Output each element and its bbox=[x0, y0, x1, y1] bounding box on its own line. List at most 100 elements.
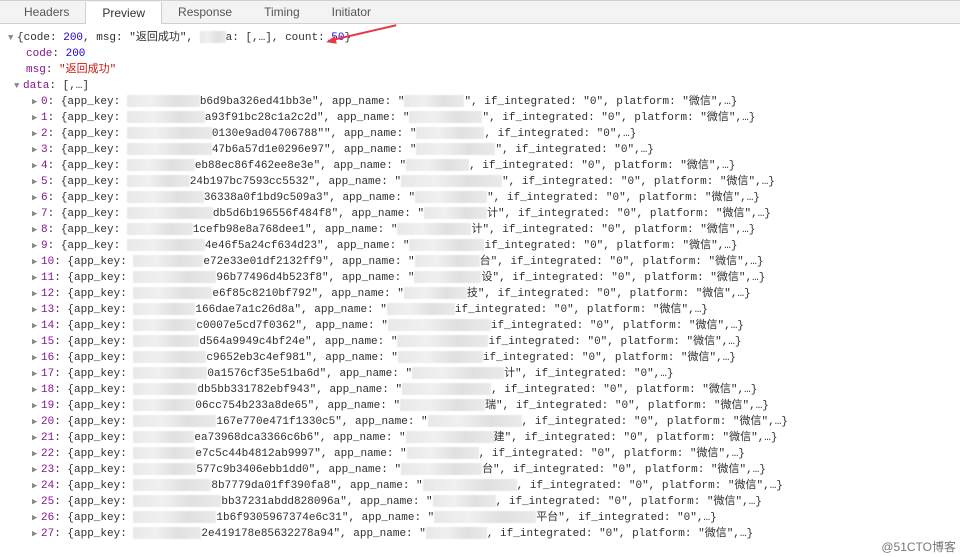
redacted bbox=[424, 207, 487, 219]
redacted bbox=[133, 255, 203, 267]
redacted bbox=[127, 239, 205, 251]
caret-right-icon[interactable]: ▶ bbox=[32, 366, 40, 382]
array-item[interactable]: ▶5: {app_key: 24b197bc7593cc5532", app_n… bbox=[4, 174, 960, 190]
redacted bbox=[400, 399, 485, 411]
caret-right-icon[interactable]: ▶ bbox=[32, 158, 40, 174]
array-item[interactable]: ▶27: {app_key: 2e419178e85632278a94", ap… bbox=[4, 526, 960, 542]
caret-right-icon[interactable]: ▶ bbox=[32, 222, 40, 238]
redacted bbox=[127, 127, 212, 139]
redacted bbox=[133, 367, 207, 379]
data-row[interactable]: ▼data: [,…] bbox=[4, 78, 960, 94]
array-item[interactable]: ▶16: {app_key: c9652eb3c4ef981", app_nam… bbox=[4, 350, 960, 366]
array-item[interactable]: ▶24: {app_key: 8b7779da01ff390fa8", app_… bbox=[4, 478, 960, 494]
array-item[interactable]: ▶9: {app_key: 4e46f5a24cf634d23", app_na… bbox=[4, 238, 960, 254]
redacted bbox=[133, 351, 206, 363]
array-item[interactable]: ▶10: {app_key: e72e33e01df2132ff9", app_… bbox=[4, 254, 960, 270]
caret-down-icon[interactable]: ▼ bbox=[8, 30, 16, 46]
caret-right-icon[interactable]: ▶ bbox=[32, 398, 40, 414]
redacted bbox=[416, 143, 495, 155]
array-item[interactable]: ▶22: {app_key: e7c5c44b4812ab9997", app_… bbox=[4, 446, 960, 462]
tab-response[interactable]: Response bbox=[162, 1, 248, 23]
caret-right-icon[interactable]: ▶ bbox=[32, 302, 40, 318]
array-item[interactable]: ▶4: {app_key: eb88ec86f462ee8e3e", app_n… bbox=[4, 158, 960, 174]
redacted bbox=[133, 303, 195, 315]
caret-right-icon[interactable]: ▶ bbox=[32, 270, 40, 286]
caret-right-icon[interactable]: ▶ bbox=[32, 94, 40, 110]
redacted bbox=[401, 175, 502, 187]
redacted bbox=[398, 351, 483, 363]
caret-right-icon[interactable]: ▶ bbox=[32, 414, 40, 430]
caret-right-icon[interactable]: ▶ bbox=[32, 494, 40, 510]
redacted bbox=[133, 271, 216, 283]
redacted bbox=[127, 143, 212, 155]
array-item[interactable]: ▶25: {app_key: bb37231abdd828096a", app_… bbox=[4, 494, 960, 510]
redacted bbox=[401, 463, 482, 475]
redacted bbox=[127, 159, 195, 171]
redacted bbox=[402, 383, 491, 395]
redacted bbox=[433, 495, 496, 507]
redacted bbox=[416, 127, 484, 139]
redacted bbox=[428, 415, 522, 427]
caret-right-icon[interactable]: ▶ bbox=[32, 238, 40, 254]
array-item[interactable]: ▶14: {app_key: c0007e5cd7f0362", app_nam… bbox=[4, 318, 960, 334]
redacted bbox=[415, 191, 487, 203]
redacted bbox=[133, 319, 196, 331]
array-item[interactable]: ▶19: {app_key: 06cc754b233a8de65", app_n… bbox=[4, 398, 960, 414]
array-item[interactable]: ▶7: {app_key: db5d6b196556f484f8", app_n… bbox=[4, 206, 960, 222]
tab-headers[interactable]: Headers bbox=[8, 1, 85, 23]
array-item[interactable]: ▶12: {app_key: e6f85c8210bf792", app_nam… bbox=[4, 286, 960, 302]
redacted bbox=[133, 431, 194, 443]
redacted bbox=[133, 415, 216, 427]
caret-right-icon[interactable]: ▶ bbox=[32, 254, 40, 270]
array-item[interactable]: ▶23: {app_key: 577c9b3406ebb1dd0", app_n… bbox=[4, 462, 960, 478]
caret-right-icon[interactable]: ▶ bbox=[32, 126, 40, 142]
array-item[interactable]: ▶26: {app_key: 1b6f9305967374e6c31", app… bbox=[4, 510, 960, 526]
caret-right-icon[interactable]: ▶ bbox=[32, 286, 40, 302]
caret-right-icon[interactable]: ▶ bbox=[32, 174, 40, 190]
redacted bbox=[133, 287, 212, 299]
array-item[interactable]: ▶11: {app_key: 96b77496d4b523f8", app_na… bbox=[4, 270, 960, 286]
caret-right-icon[interactable]: ▶ bbox=[32, 350, 40, 366]
array-item[interactable]: ▶20: {app_key: 167e770e471f1330c5", app_… bbox=[4, 414, 960, 430]
caret-right-icon[interactable]: ▶ bbox=[32, 478, 40, 494]
caret-right-icon[interactable]: ▶ bbox=[32, 382, 40, 398]
redacted bbox=[133, 399, 195, 411]
array-item[interactable]: ▶3: {app_key: 47b6a57d1e0296e97", app_na… bbox=[4, 142, 960, 158]
array-item[interactable]: ▶18: {app_key: db5bb331782ebf943", app_n… bbox=[4, 382, 960, 398]
caret-right-icon[interactable]: ▶ bbox=[32, 430, 40, 446]
devtools-tabs: HeadersPreviewResponseTimingInitiator bbox=[0, 0, 960, 24]
tab-preview[interactable]: Preview bbox=[85, 2, 162, 24]
caret-right-icon[interactable]: ▶ bbox=[32, 526, 40, 542]
caret-right-icon[interactable]: ▶ bbox=[32, 510, 40, 526]
caret-right-icon[interactable]: ▶ bbox=[32, 206, 40, 222]
summary-row[interactable]: ▼{code: 200, msg: "返回成功", a: [,…], count… bbox=[4, 30, 960, 46]
caret-right-icon[interactable]: ▶ bbox=[32, 190, 40, 206]
array-item[interactable]: ▶2: {app_key: 0130e9ad04706788"", app_na… bbox=[4, 126, 960, 142]
caret-down-icon[interactable]: ▼ bbox=[14, 78, 22, 94]
redacted bbox=[133, 495, 221, 507]
array-item[interactable]: ▶21: {app_key: ea73968dca3366c6b6", app_… bbox=[4, 430, 960, 446]
array-item[interactable]: ▶6: {app_key: 36338a0f1bd9c509a3", app_n… bbox=[4, 190, 960, 206]
array-item[interactable]: ▶8: {app_key: 1cefb98e8a768dee1", app_na… bbox=[4, 222, 960, 238]
array-item[interactable]: ▶15: {app_key: d564a9949c4bf24e", app_na… bbox=[4, 334, 960, 350]
tab-initiator[interactable]: Initiator bbox=[316, 1, 387, 23]
redacted bbox=[387, 303, 455, 315]
redacted bbox=[133, 463, 196, 475]
caret-right-icon[interactable]: ▶ bbox=[32, 446, 40, 462]
array-item[interactable]: ▶1: {app_key: a93f91bc28c1a2c2d", app_na… bbox=[4, 110, 960, 126]
array-item[interactable]: ▶13: {app_key: 166dae7a1c26d8a", app_nam… bbox=[4, 302, 960, 318]
watermark: @51CTO博客 bbox=[881, 538, 956, 555]
caret-right-icon[interactable]: ▶ bbox=[32, 462, 40, 478]
array-item[interactable]: ▶17: {app_key: 0a1576cf35e51ba6d", app_n… bbox=[4, 366, 960, 382]
array-item[interactable]: ▶0: {app_key: b6d9ba326ed41bb3e", app_na… bbox=[4, 94, 960, 110]
redacted bbox=[133, 383, 197, 395]
redacted bbox=[415, 255, 480, 267]
caret-right-icon[interactable]: ▶ bbox=[32, 334, 40, 350]
tab-timing[interactable]: Timing bbox=[248, 1, 316, 23]
redacted bbox=[127, 223, 193, 235]
caret-right-icon[interactable]: ▶ bbox=[32, 110, 40, 126]
redacted bbox=[423, 479, 517, 491]
caret-right-icon[interactable]: ▶ bbox=[32, 318, 40, 334]
caret-right-icon[interactable]: ▶ bbox=[32, 142, 40, 158]
redacted bbox=[409, 239, 484, 251]
